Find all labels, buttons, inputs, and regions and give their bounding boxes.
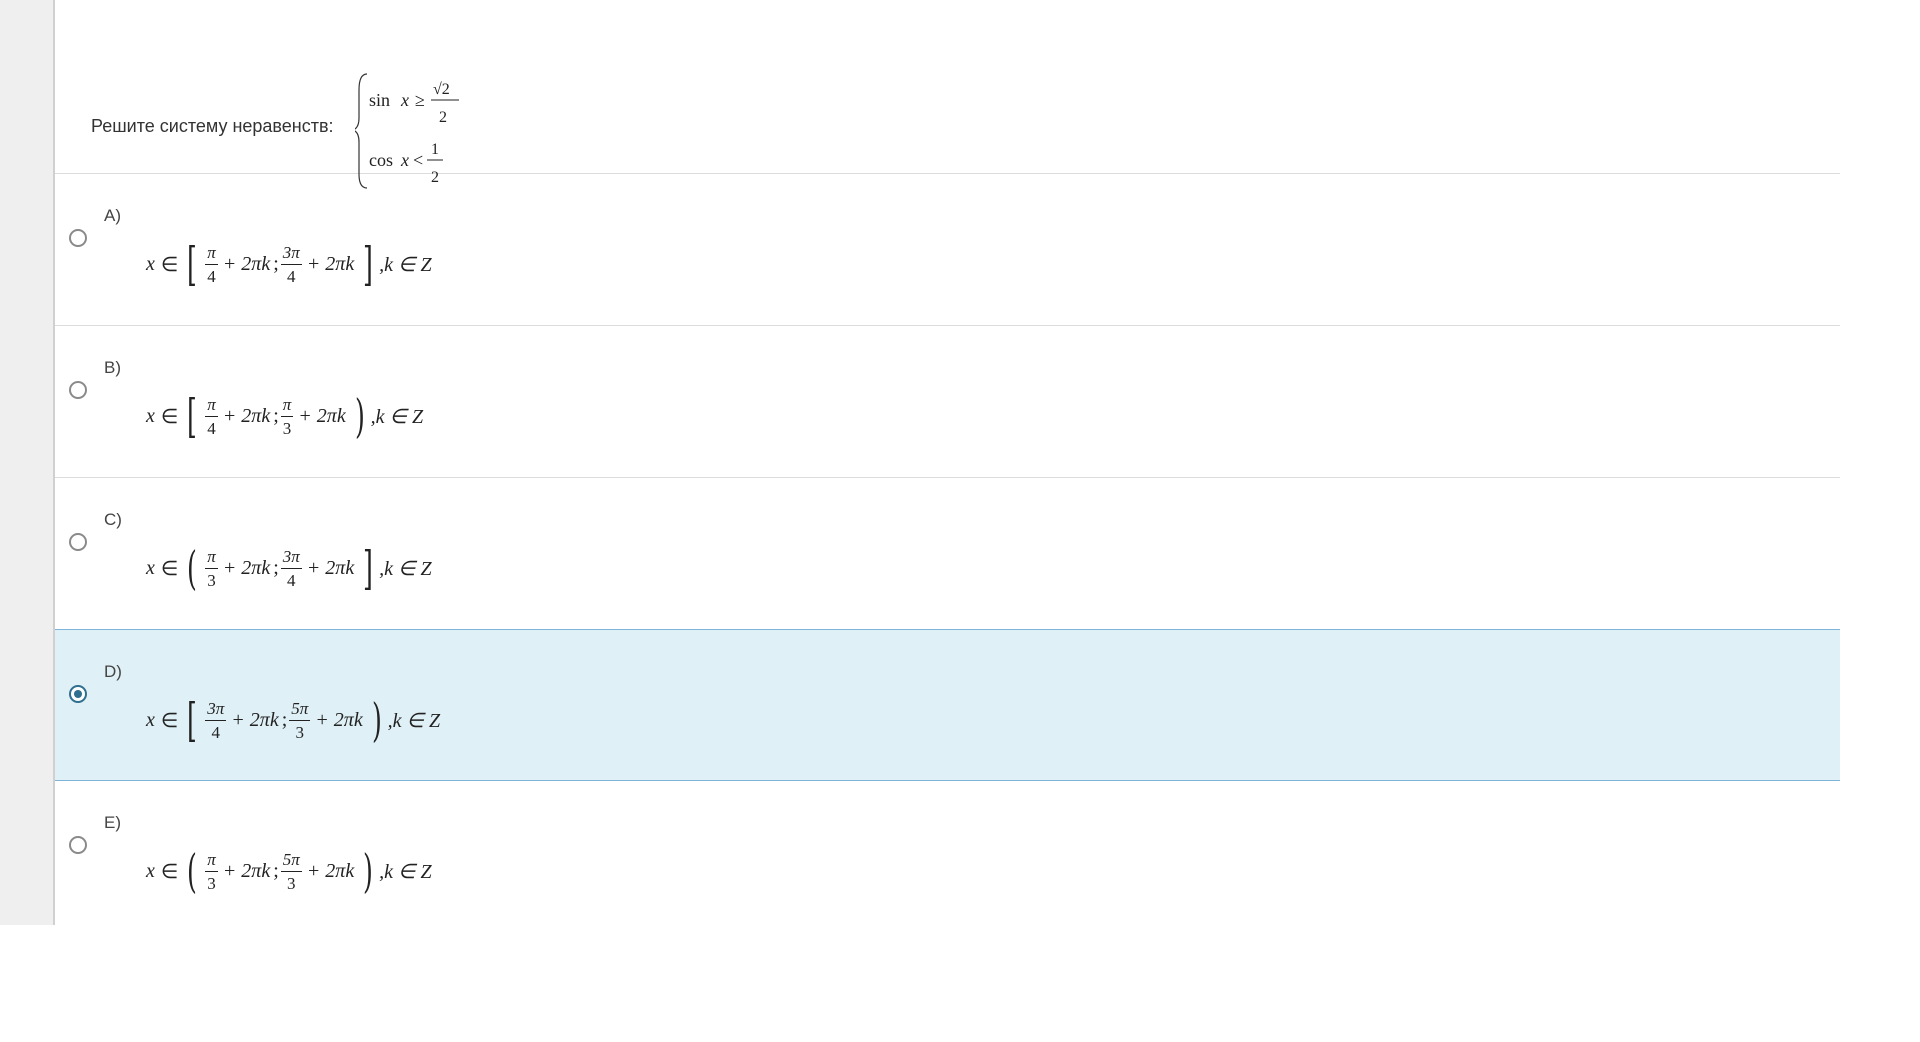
- frac-a: π4: [205, 394, 218, 438]
- option-a-formula: x ∈ [ π4 + 2πk ; 3π 4 + 2πk ] ,k ∈ Z: [143, 234, 432, 294]
- formula-tail: ,k ∈ Z: [379, 557, 432, 580]
- frac-b: 3π 4: [280, 242, 302, 286]
- open-bracket: (: [187, 844, 198, 898]
- option-b[interactable]: B) x ∈ [ π4 + 2πk ; π3 + 2πk ) ,k ∈ Z: [55, 326, 1840, 478]
- option-c-formula: x ∈ ( π3 + 2πk ; 3π 4 + 2πk ] ,k ∈ Z: [143, 538, 432, 598]
- open-bracket: [: [187, 693, 198, 747]
- question-block: Решите систему неравенств: sin x ≥ √2 2 …: [55, 0, 1840, 189]
- formula-var: x: [146, 556, 155, 579]
- separator: ;: [273, 556, 279, 579]
- system-brace: [355, 73, 368, 189]
- sys-line2-var: x: [400, 150, 409, 170]
- frac-a: π4: [205, 242, 218, 286]
- sys-line2-func: cos: [369, 150, 393, 170]
- separator: ;: [273, 404, 279, 427]
- option-a-letter: A): [104, 206, 121, 225]
- formula-var: x: [146, 404, 155, 427]
- inequality-system: sin x ≥ √2 2 cos x < 1 2: [355, 73, 459, 189]
- formula-tail: ,k ∈ Z: [370, 405, 424, 428]
- option-d-formula: x ∈ [ 3π 4 + 2πk ; 5π 3 + 2πk ) ,k ∈ Z: [143, 690, 440, 750]
- option-c[interactable]: C) x ∈ ( π3 + 2πk ; 3π 4 + 2πk ] ,k ∈ Z: [55, 478, 1840, 630]
- formula-var: x: [146, 252, 155, 275]
- option-d-radio[interactable]: [69, 685, 87, 703]
- formula-tail: ,k ∈ Z: [379, 860, 432, 883]
- separator: ;: [273, 859, 279, 882]
- sys-line1-den: 2: [439, 109, 447, 126]
- frac-b: 3π 4: [280, 546, 302, 590]
- sys-line1-num: √2: [433, 81, 450, 98]
- option-b-radio[interactable]: [69, 381, 87, 399]
- plus-term-a: + 2πk: [231, 708, 279, 731]
- plus-term-a: + 2πk: [222, 404, 271, 427]
- option-e-formula: x ∈ ( π3 + 2πk ; 5π 3 + 2πk ) ,k ∈ Z: [143, 841, 432, 901]
- close-bracket: ]: [363, 541, 374, 595]
- formula-var: x: [146, 708, 155, 731]
- formula-in: ∈: [160, 557, 179, 580]
- formula-in: ∈: [160, 405, 179, 428]
- sys-line1-op: ≥: [415, 90, 425, 110]
- answer-options: A) x ∈ [ π4 + 2πk ; 3π 4 + 2πk ] ,k ∈ Z B…: [55, 174, 1840, 933]
- open-bracket: [: [187, 237, 198, 291]
- option-c-letter: C): [104, 510, 122, 529]
- frac-b: π3: [280, 394, 294, 438]
- plus-term-b: + 2πk: [306, 859, 355, 882]
- formula-in: ∈: [160, 253, 179, 276]
- frac-a: π3: [205, 546, 218, 590]
- sys-line1-func: sin: [369, 90, 390, 110]
- plus-term-a: + 2πk: [222, 252, 271, 275]
- open-bracket: (: [187, 541, 198, 595]
- option-b-formula: x ∈ [ π4 + 2πk ; π3 + 2πk ) ,k ∈ Z: [143, 386, 423, 446]
- frac-b: 5π 3: [280, 849, 302, 893]
- option-e-letter: E): [104, 813, 121, 832]
- formula-var: x: [146, 859, 155, 882]
- close-bracket: ): [363, 844, 374, 898]
- formula-in: ∈: [160, 709, 179, 732]
- close-bracket: ): [371, 693, 382, 747]
- formula-tail: ,k ∈ Z: [387, 709, 441, 732]
- plus-term-a: + 2πk: [222, 859, 271, 882]
- option-d[interactable]: D) x ∈ [ 3π 4 + 2πk ; 5π 3 + 2πk ) ,k ∈ Z: [55, 629, 1840, 781]
- sys-line1-var: x: [400, 90, 409, 110]
- close-bracket: ): [354, 389, 365, 443]
- plus-term-b: + 2πk: [315, 708, 363, 731]
- frac-a: π3: [205, 849, 218, 893]
- option-d-letter: D): [104, 662, 122, 681]
- formula-in: ∈: [160, 860, 179, 883]
- plus-term-a: + 2πk: [222, 556, 271, 579]
- frac-b: 5π 3: [289, 698, 311, 742]
- open-bracket: [: [187, 389, 198, 443]
- plus-term-b: + 2πk: [306, 556, 355, 579]
- plus-term-b: + 2πk: [306, 252, 355, 275]
- option-a[interactable]: A) x ∈ [ π4 + 2πk ; 3π 4 + 2πk ] ,k ∈ Z: [55, 174, 1840, 326]
- separator: ;: [273, 252, 279, 275]
- plus-term-b: + 2πk: [298, 404, 346, 427]
- formula-tail: ,k ∈ Z: [379, 253, 432, 276]
- separator: ;: [281, 708, 288, 731]
- question-text: Решите систему неравенств:: [91, 116, 334, 136]
- close-bracket: ]: [363, 237, 374, 291]
- option-e-radio[interactable]: [69, 836, 87, 854]
- sys-line2-num: 1: [431, 141, 439, 158]
- option-e[interactable]: E) x ∈ ( π3 + 2πk ; 5π 3 + 2πk ) ,k ∈ Z: [55, 781, 1840, 933]
- option-b-letter: B): [104, 358, 121, 377]
- frac-a: 3π 4: [205, 698, 227, 742]
- sys-line2-op: <: [413, 150, 423, 170]
- left-margin-strip: [0, 0, 55, 925]
- option-c-radio[interactable]: [69, 533, 87, 551]
- option-a-radio[interactable]: [69, 229, 87, 247]
